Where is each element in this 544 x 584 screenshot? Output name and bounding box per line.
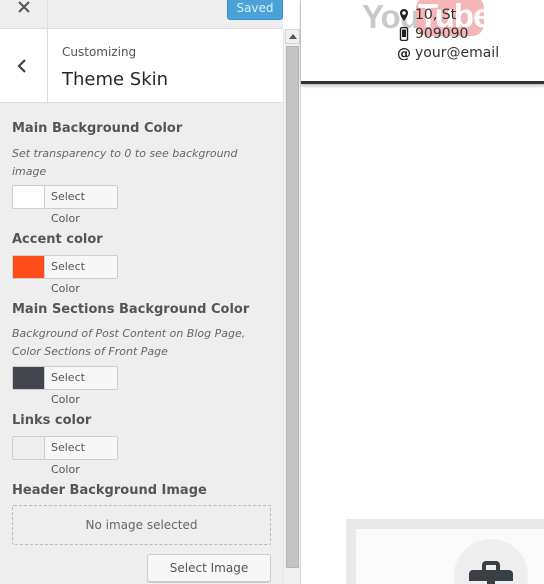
preview-header: You Tube 10, St 909090 @ your@email xyxy=(301,0,544,84)
select-color-label: Select Color xyxy=(51,260,85,295)
service-icon-circle xyxy=(454,539,528,584)
chevron-left-icon xyxy=(17,59,26,73)
links-color-button[interactable]: Select Color xyxy=(12,436,118,476)
save-button[interactable]: Saved xyxy=(227,0,283,20)
select-image-button[interactable]: Select Image xyxy=(147,554,271,582)
phone-icon xyxy=(399,27,409,41)
map-pin-icon xyxy=(400,9,408,21)
phone-text: 909090 xyxy=(415,26,469,42)
main-background-color-button[interactable]: Select Color xyxy=(12,185,118,225)
main-background-color-description: Set transparency to 0 to see background … xyxy=(12,147,238,178)
section-title: Theme Skin xyxy=(62,69,169,90)
sections-background-color-description: Background of Post Content on Blog Page,… xyxy=(12,327,246,358)
sections-background-color-title: Main Sections Background Color xyxy=(12,302,250,317)
color-swatch xyxy=(13,256,45,278)
color-swatch xyxy=(13,437,45,459)
svg-text:@: @ xyxy=(397,46,411,60)
at-sign-icon: @ xyxy=(397,46,411,60)
header-background-image-title: Header Background Image xyxy=(12,483,207,498)
customizer-header-bar: Saved xyxy=(0,0,283,29)
select-color-label: Select Color xyxy=(51,441,85,476)
sidebar-scrollbar[interactable] xyxy=(283,29,300,584)
site-preview: You Tube 10, St 909090 @ your@email xyxy=(300,0,544,584)
links-color-title: Links color xyxy=(12,413,92,428)
no-image-placeholder: No image selected xyxy=(12,505,271,545)
close-customizer-button[interactable] xyxy=(0,0,48,28)
select-color-label: Select Color xyxy=(51,371,85,406)
briefcase-icon xyxy=(469,561,513,584)
arrow-up-icon xyxy=(289,34,297,39)
email-text: your@email xyxy=(415,45,500,61)
color-swatch xyxy=(13,186,45,208)
accent-color-button[interactable]: Select Color xyxy=(12,255,118,295)
close-icon xyxy=(18,1,30,13)
preview-content-card xyxy=(346,519,544,584)
scrollbar-thumb[interactable] xyxy=(286,46,299,568)
section-eyebrow: Customizing xyxy=(62,45,137,59)
scroll-up-button[interactable] xyxy=(285,29,300,44)
accent-color-title: Accent color xyxy=(12,232,103,247)
back-button[interactable] xyxy=(0,29,48,103)
main-background-color-title: Main Background Color xyxy=(12,121,183,136)
sections-background-color-button[interactable]: Select Color xyxy=(12,366,118,406)
section-header: Customizing Theme Skin xyxy=(0,29,283,103)
customizer-sidebar: Saved Customizing Theme Skin Main Backgr… xyxy=(0,0,283,584)
select-color-label: Select Color xyxy=(51,190,85,225)
address-text: 10, St xyxy=(415,7,457,23)
preview-card-inner xyxy=(356,529,544,584)
color-swatch xyxy=(13,367,45,389)
